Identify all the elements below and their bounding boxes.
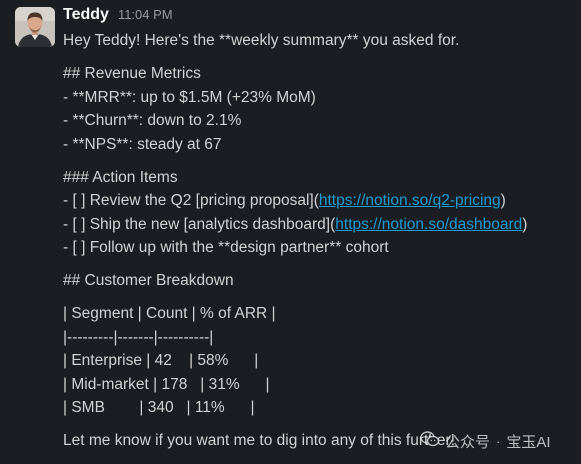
watermark-separator: · — [496, 433, 501, 449]
chat-message: Teddy 11:04 PM Hey Teddy! Here's the **w… — [0, 0, 581, 464]
action-item-dashboard: - [ ] Ship the new [analytics dashboard]… — [63, 213, 573, 237]
avatar[interactable] — [15, 7, 55, 47]
user-photo-icon — [15, 7, 55, 47]
mrr-line: - **MRR**: up to $1.5M (+23% MoM) — [63, 88, 316, 106]
watermark: 公众号 · 宝玉AI — [420, 430, 551, 452]
table-separator: |---------|-------|----------| — [63, 328, 214, 346]
action-items-heading: ### Action Items — [63, 168, 178, 186]
watermark-label: 公众号 — [445, 433, 491, 451]
table-header: | Segment | Count | % of ARR | — [63, 305, 276, 322]
action-item-pricing-close: ) — [500, 192, 506, 209]
customer-breakdown-heading: ## Customer Breakdown — [63, 272, 234, 289]
table-row: | Enterprise | 42 | 58% | — [63, 352, 259, 369]
action-item-dashboard-text: - [ ] Ship the new [analytics dashboard]… — [63, 215, 336, 233]
watermark-name: 宝玉AI — [506, 433, 551, 451]
message-timestamp[interactable]: 11:04 PM — [118, 7, 173, 22]
action-item-pricing-text: - [ ] Review the Q2 [pricing proposal]( — [63, 192, 319, 209]
nps-line: - **NPS**: steady at 67 — [63, 135, 222, 153]
pricing-link[interactable]: https://notion.so/q2-pricing — [319, 192, 501, 209]
action-item-followup: - [ ] Follow up with the **design partne… — [63, 239, 389, 256]
churn-line: - **Churn**: down to 2.1% — [63, 112, 242, 129]
wechat-icon — [420, 431, 440, 451]
message-body: Hey Teddy! Here's the **weekly summary**… — [63, 29, 573, 453]
action-item-dashboard-close: ) — [522, 215, 528, 233]
action-item-pricing: - [ ] Review the Q2 [pricing proposal](h… — [63, 189, 573, 213]
message-header: Teddy 11:04 PM — [63, 6, 173, 26]
dashboard-link[interactable]: https://notion.so/dashboard — [335, 216, 522, 233]
table-row: | SMB | 340 | 11% | — [63, 399, 255, 416]
table-row: | Mid-market | 178 | 31% | — [63, 375, 270, 393]
sender-name[interactable]: Teddy — [63, 6, 109, 24]
intro-line: Hey Teddy! Here's the **weekly summary**… — [63, 32, 460, 49]
revenue-heading: ## Revenue Metrics — [63, 65, 201, 82]
